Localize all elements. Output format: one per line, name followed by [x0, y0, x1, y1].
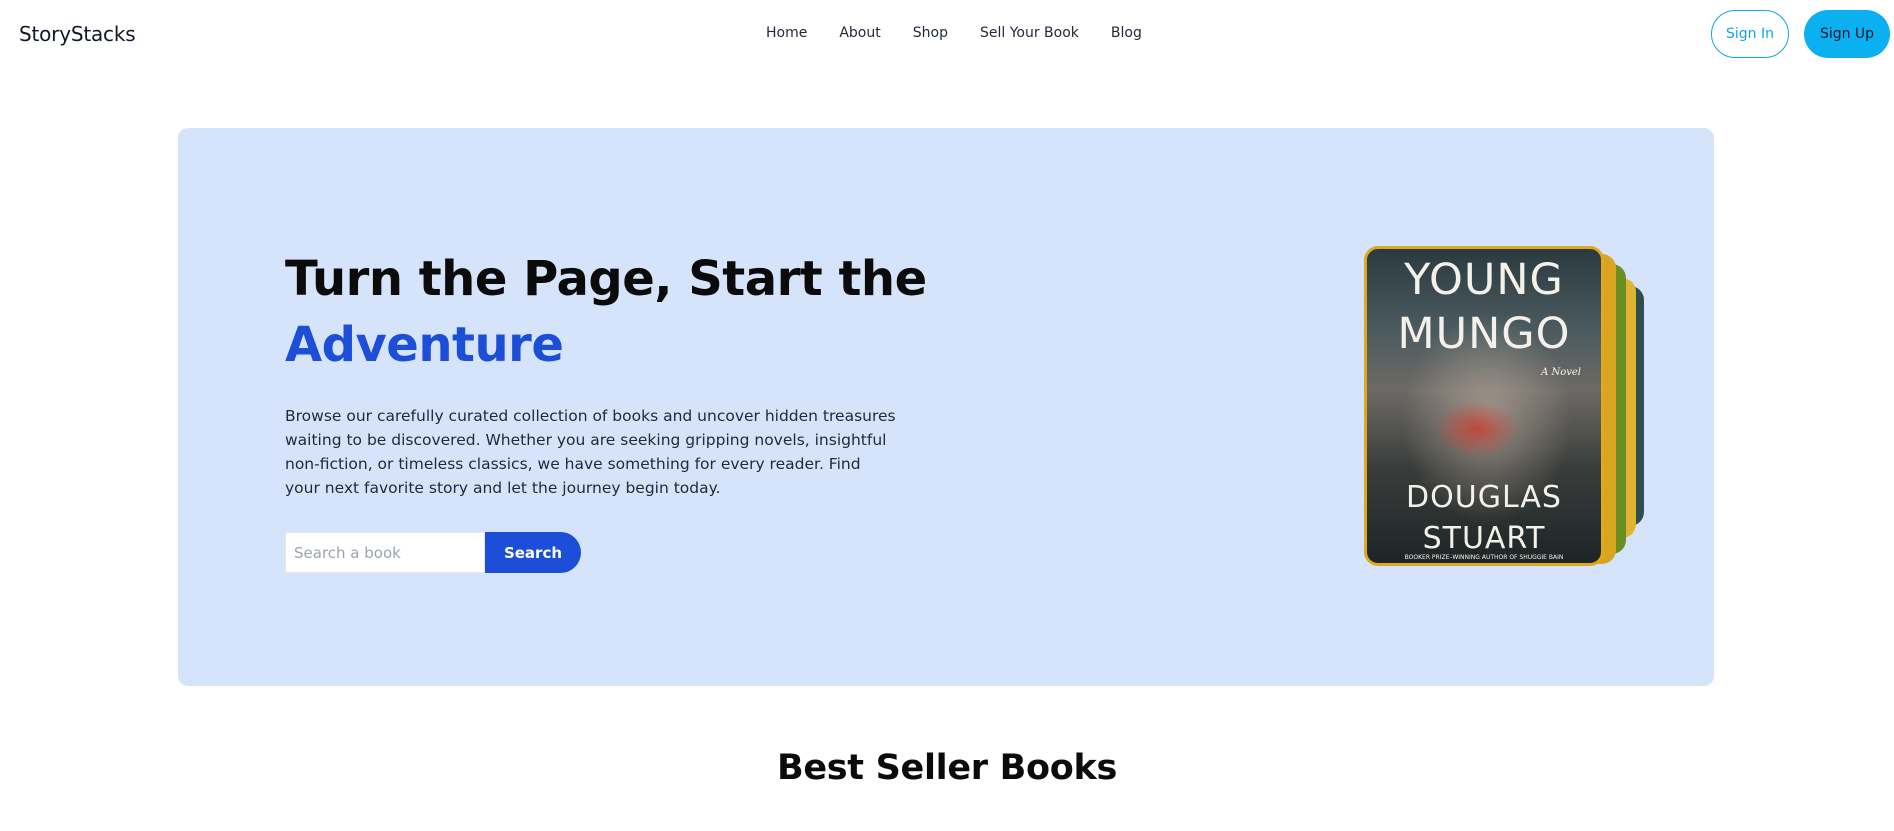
book-cover-author: DOUGLAS STUART [1406, 480, 1562, 556]
hero-title-accent: Adventure [285, 317, 564, 373]
book-cover-tagline: BOOKER PRIZE–WINNING AUTHOR OF SHUGGIE B… [1404, 554, 1564, 561]
search-button[interactable]: Search [485, 532, 581, 573]
best-seller-heading: Best Seller Books [776, 748, 1118, 788]
nav-sell-your-book[interactable]: Sell Your Book [980, 25, 1079, 41]
brand-logo[interactable]: StoryStacks [19, 22, 136, 46]
hero-description: Browse our carefully curated collection … [285, 407, 896, 497]
hero-title: Turn the Page, Start the Adventure [285, 246, 985, 378]
book-stack-image[interactable]: YOUNG MUNGO A Novel DOUGLAS STUART BOOKE… [1364, 246, 1654, 576]
featured-book-cover: YOUNG MUNGO A Novel DOUGLAS STUART BOOKE… [1364, 246, 1604, 566]
hero-title-line: Turn the Page, Start the [285, 251, 927, 307]
sign-up-button[interactable]: Sign Up [1804, 10, 1890, 58]
site-header: StoryStacks Home About Shop Sell Your Bo… [0, 0, 1894, 68]
nav-shop[interactable]: Shop [913, 25, 948, 41]
book-search-form: Search [285, 532, 581, 573]
hero-banner: Turn the Page, Start the Adventure Brows… [178, 128, 1714, 686]
search-input[interactable] [285, 532, 485, 573]
sign-in-button[interactable]: Sign In [1711, 10, 1789, 58]
nav-about[interactable]: About [839, 25, 880, 41]
nav-home[interactable]: Home [766, 25, 807, 41]
nav-blog[interactable]: Blog [1111, 25, 1142, 41]
main-nav: Home About Shop Sell Your Book Blog [766, 25, 1142, 41]
book-cover-title: YOUNG MUNGO [1397, 255, 1571, 359]
book-cover-subtitle: A Novel [1541, 367, 1581, 378]
